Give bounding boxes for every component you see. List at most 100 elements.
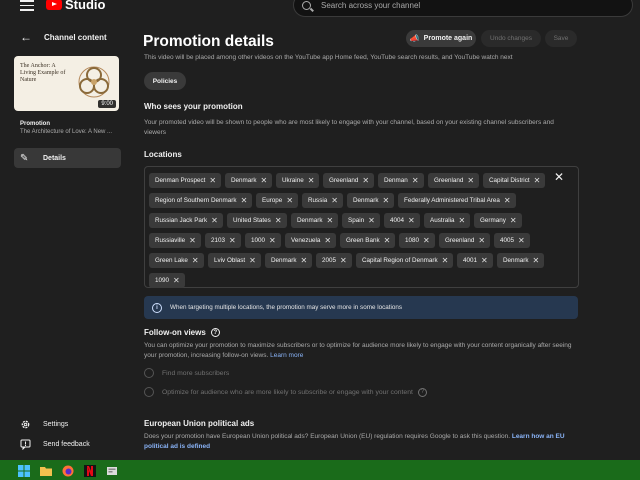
remove-chip-icon[interactable]: ✕ (408, 216, 415, 225)
eu-text: Does your promotion have European Union … (144, 432, 584, 452)
video-type-label: Promotion (20, 121, 50, 127)
main-content: Promotion details 📣 Promote again Undo c… (128, 16, 640, 460)
remove-chip-icon[interactable]: ✕ (423, 236, 430, 245)
youtube-logo-icon (46, 0, 62, 10)
remove-chip-icon[interactable]: ✕ (308, 176, 315, 185)
location-chip: Russiaville ✕ (149, 233, 201, 248)
location-chip: Spain ✕ (342, 213, 380, 228)
remove-chip-icon[interactable]: ✕ (286, 196, 293, 205)
location-chip: Denmark ✕ (497, 253, 545, 268)
remove-chip-icon[interactable]: ✕ (383, 196, 390, 205)
remove-chip-icon[interactable]: ✕ (412, 176, 419, 185)
follow-on-heading: Follow-on views ? (144, 328, 220, 337)
location-chip-label: Federally Administered Tribal Area (404, 197, 500, 204)
remove-chip-icon[interactable]: ✕ (384, 236, 391, 245)
eu-heading: European Union political ads (144, 419, 255, 428)
radio-find-subscribers[interactable]: Find more subscribers (144, 368, 229, 378)
remove-chip-icon[interactable]: ✕ (192, 256, 199, 265)
remove-chip-icon[interactable]: ✕ (331, 196, 338, 205)
page-title: Promotion details (143, 33, 274, 50)
info-banner: i When targeting multiple locations, the… (144, 296, 578, 319)
remove-chip-icon[interactable]: ✕ (211, 216, 218, 225)
help-icon[interactable]: ? (417, 387, 427, 397)
location-chip: Capital Region of Denmark ✕ (356, 253, 454, 268)
netflix-icon[interactable] (84, 464, 96, 477)
radio-button[interactable] (144, 368, 154, 378)
back-to-channel-content[interactable]: ← Channel content (20, 30, 107, 44)
remove-chip-icon[interactable]: ✕ (481, 256, 488, 265)
search-icon (302, 0, 311, 10)
locations-field[interactable]: Denman Prospect ✕ Denmark ✕ Ukraine ✕ Greenlan… (144, 166, 579, 288)
location-chip: Australia ✕ (424, 213, 471, 228)
location-chip-label: 4005 (500, 237, 515, 244)
remove-chip-icon[interactable]: ✕ (249, 256, 256, 265)
remove-chip-icon[interactable]: ✕ (533, 256, 540, 265)
pencil-icon: ✎ (20, 152, 29, 164)
sidebar-item-settings[interactable]: Settings (20, 419, 68, 430)
location-chip-label: Spain (348, 217, 365, 224)
undo-changes-button[interactable]: Undo changes (481, 30, 541, 47)
save-button[interactable]: Save (545, 30, 577, 47)
location-chip: Germany ✕ (474, 213, 522, 228)
remove-chip-icon[interactable]: ✕ (327, 216, 334, 225)
policies-chip[interactable]: Policies (144, 72, 186, 90)
back-arrow-icon[interactable]: ← (20, 30, 34, 44)
remove-chip-icon[interactable]: ✕ (504, 196, 511, 205)
remove-chip-icon[interactable]: ✕ (261, 176, 268, 185)
file-explorer-icon[interactable] (40, 464, 52, 476)
location-chip-label: Capital District (489, 177, 530, 184)
remove-chip-icon[interactable]: ✕ (362, 176, 369, 185)
remove-chip-icon[interactable]: ✕ (534, 176, 541, 185)
location-chip-label: Russia (308, 197, 328, 204)
help-icon[interactable]: ? (210, 328, 220, 337)
remove-chip-icon[interactable]: ✕ (269, 236, 276, 245)
remove-chip-icon[interactable]: ✕ (459, 216, 466, 225)
remove-chip-icon[interactable]: ✕ (241, 196, 248, 205)
remove-chip-icon[interactable]: ✕ (442, 256, 449, 265)
remove-chip-icon[interactable]: ✕ (229, 236, 236, 245)
location-chip-label: Europe (262, 197, 283, 204)
eu-description: Does your promotion have European Union … (144, 433, 511, 440)
windows-start-icon[interactable] (18, 464, 30, 477)
learn-more-link[interactable]: Learn more (270, 352, 303, 359)
location-chip: Greenland ✕ (323, 173, 375, 188)
send-feedback-label: Send feedback (43, 441, 90, 448)
info-banner-text: When targeting multiple locations, the p… (170, 304, 403, 311)
location-chip: Denmark ✕ (265, 253, 313, 268)
sidebar-item-send-feedback[interactable]: Send feedback (20, 439, 90, 450)
location-chip: Region of Southern Denmark ✕ (149, 193, 253, 208)
app-icon[interactable] (106, 464, 118, 476)
locations-heading: Locations (144, 150, 182, 159)
video-thumbnail[interactable]: The Anchor: A Living Example of Nature 9… (14, 56, 119, 111)
remove-chip-icon[interactable]: ✕ (478, 236, 485, 245)
location-chip-label: 1080 (405, 237, 420, 244)
remove-chip-icon[interactable]: ✕ (340, 256, 347, 265)
remove-chip-icon[interactable]: ✕ (467, 176, 474, 185)
sidebar: ← Channel content The Anchor: A Living E… (0, 16, 128, 460)
firefox-icon[interactable] (62, 464, 74, 477)
info-icon: i (152, 302, 162, 313)
remove-chip-icon[interactable]: ✕ (189, 236, 196, 245)
search-box[interactable] (293, 0, 633, 17)
search-input[interactable] (321, 0, 611, 10)
remove-chip-icon[interactable]: ✕ (209, 176, 216, 185)
remove-chip-icon[interactable]: ✕ (510, 216, 517, 225)
location-chip-label: Venezuela (291, 237, 321, 244)
remove-chip-icon[interactable]: ✕ (518, 236, 525, 245)
sidebar-item-details[interactable]: ✎ Details (14, 148, 121, 168)
who-sees-text: Your promoted video will be shown to peo… (144, 119, 554, 137)
clear-all-icon[interactable]: ✕ (554, 170, 564, 184)
sidebar-item-label: Details (43, 154, 66, 162)
location-chip-label: 2005 (322, 257, 337, 264)
location-chip: 2005 ✕ (316, 253, 352, 268)
hamburger-menu-icon[interactable] (20, 0, 34, 11)
promote-again-button[interactable]: 📣 Promote again (406, 30, 476, 47)
remove-chip-icon[interactable]: ✕ (324, 236, 331, 245)
remove-chip-icon[interactable]: ✕ (275, 216, 282, 225)
remove-chip-icon[interactable]: ✕ (301, 256, 308, 265)
studio-logo[interactable]: Studio (46, 0, 105, 12)
remove-chip-icon[interactable]: ✕ (173, 276, 180, 285)
remove-chip-icon[interactable]: ✕ (368, 216, 375, 225)
radio-optimize-audience[interactable]: Optimize for audience who are more likel… (144, 387, 427, 397)
radio-button[interactable] (144, 387, 154, 397)
